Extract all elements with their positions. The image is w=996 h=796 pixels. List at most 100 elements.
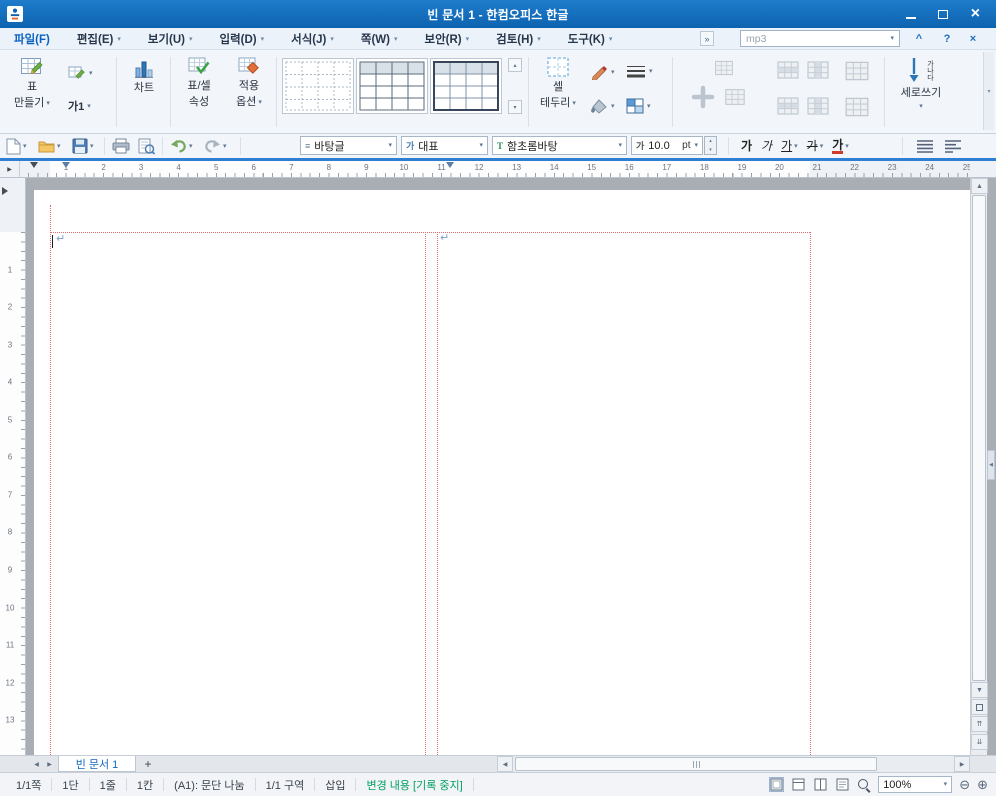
table-style-preview-2[interactable]: [356, 58, 428, 114]
chevron-down-icon[interactable]: ▾: [189, 35, 193, 43]
apply-options-button[interactable]: 적용 옵션 ▾: [226, 56, 272, 109]
document-tab[interactable]: 빈 문서 1: [58, 756, 136, 772]
chevron-down-icon[interactable]: ▾: [919, 103, 923, 110]
chevron-down-icon[interactable]: ▾: [57, 143, 61, 150]
previous-page-button[interactable]: ⇈: [971, 716, 988, 732]
scroll-down-button[interactable]: ▼: [971, 682, 988, 698]
chevron-down-icon[interactable]: ▾: [618, 142, 622, 149]
draw-table-button[interactable]: ▾: [64, 62, 97, 84]
zoom-in-button[interactable]: ⊕: [977, 778, 988, 791]
chevron-down-icon[interactable]: ▾: [89, 70, 93, 77]
print-preview-button[interactable]: [136, 136, 157, 156]
menu-page[interactable]: 쪽(W) ▾: [353, 31, 406, 47]
undo-button[interactable]: ▾: [168, 136, 195, 156]
scroll-right-button[interactable]: ▶: [954, 756, 970, 772]
menu-view[interactable]: 보기(U) ▾: [140, 31, 201, 47]
char-underline-button[interactable]: 가 ▾: [778, 136, 801, 156]
view-mode-text-button[interactable]: [835, 777, 850, 792]
chevron-down-icon[interactable]: ▾: [845, 143, 849, 150]
quick-search-combo[interactable]: mp3 ▾: [740, 30, 900, 47]
paragraph-style-combo[interactable]: ≡ 바탕글 ▾: [300, 136, 397, 155]
scroll-up-button[interactable]: ▲: [971, 178, 988, 194]
chevron-down-icon[interactable]: ▾: [820, 143, 824, 150]
ribbon-collapse-button[interactable]: ^: [910, 31, 928, 47]
fill-bucket-button[interactable]: ▾: [586, 96, 619, 116]
tab-scroll-right-button[interactable]: ▶: [43, 758, 56, 771]
border-line-style-button[interactable]: ▾: [622, 62, 657, 80]
chevron-down-icon[interactable]: ▾: [23, 143, 27, 150]
help-button[interactable]: ?: [938, 31, 956, 47]
chevron-down-icon[interactable]: ▾: [609, 35, 613, 43]
chevron-down-icon[interactable]: ▾: [87, 103, 91, 110]
vertical-scrollbar[interactable]: ▲ ▼ ⇈ ⇊: [970, 178, 988, 755]
ruler-corner-box[interactable]: ▶: [0, 161, 20, 177]
panel-collapse-handle[interactable]: ◀: [987, 450, 995, 480]
chevron-down-icon[interactable]: ▾: [794, 143, 798, 150]
new-document-button[interactable]: ▾: [4, 136, 29, 156]
zoom-out-button[interactable]: ⊖: [959, 778, 970, 791]
menu-security[interactable]: 보안(R) ▾: [416, 31, 477, 47]
chevron-down-icon[interactable]: ▾: [189, 143, 193, 150]
chevron-down-icon[interactable]: ▾: [46, 100, 50, 107]
char-bold-button[interactable]: 가: [738, 136, 755, 156]
chevron-down-icon[interactable]: ▾: [537, 35, 541, 43]
align-justify-button[interactable]: [914, 136, 936, 156]
border-pen-button[interactable]: ▾: [586, 62, 619, 82]
close-button[interactable]: ×: [964, 5, 986, 23]
chevron-down-icon[interactable]: ▾: [944, 781, 948, 788]
horizontal-scrollbar[interactable]: ◀ ▶: [497, 756, 970, 772]
add-tab-button[interactable]: +: [140, 757, 156, 771]
table-cell-properties-button[interactable]: 표/셀 속성: [176, 56, 222, 109]
char-color-button[interactable]: 가 ▾: [829, 136, 852, 156]
table-style-preview-1[interactable]: [282, 58, 354, 114]
redo-button[interactable]: ▾: [202, 136, 229, 156]
chevron-down-icon[interactable]: ▾: [90, 143, 94, 150]
chevron-down-icon[interactable]: ▾: [890, 35, 894, 42]
menubar-close-button[interactable]: ×: [964, 31, 982, 47]
char-strike-button[interactable]: 가 ▾: [804, 136, 827, 156]
vertical-ruler[interactable]: 1 2 3 4 5 6 7 8 9 10 11 12 13: [0, 178, 26, 755]
zoom-level-combo[interactable]: 100% ▾: [878, 776, 953, 793]
scroll-left-button[interactable]: ◀: [497, 756, 513, 772]
chevron-down-icon[interactable]: ▾: [572, 100, 576, 107]
font-type-combo[interactable]: 가 대표 ▾: [401, 136, 488, 155]
ribbon-expand-button[interactable]: ▾: [983, 52, 994, 130]
spinner-down-icon[interactable]: ▾: [705, 146, 716, 155]
horizontal-ruler[interactable]: 1 2 3 4 5 6 7 8 9 10 11 12 13 14 15 16 17 18 19 20 21 22 23 24 2…: [20, 161, 970, 177]
chevron-down-icon[interactable]: ▾: [258, 99, 262, 106]
maximize-button[interactable]: [932, 5, 954, 23]
indent-marker-col1-icon[interactable]: [62, 162, 70, 168]
cell-shading-button[interactable]: ▾: [622, 96, 655, 116]
chevron-down-icon[interactable]: ▾: [261, 35, 265, 43]
menu-edit[interactable]: 편집(E) ▾: [69, 31, 129, 47]
chevron-down-icon[interactable]: ▾: [694, 142, 698, 149]
open-button[interactable]: ▾: [36, 136, 63, 156]
chevron-down-icon[interactable]: ▾: [330, 35, 334, 43]
view-mode-columns-button[interactable]: [813, 777, 828, 792]
chart-button[interactable]: 차트: [122, 58, 166, 95]
chevron-down-icon[interactable]: ▾: [466, 35, 470, 43]
menu-file[interactable]: 파일(F): [6, 31, 58, 47]
indent-marker-col2-icon[interactable]: [446, 162, 454, 168]
print-button[interactable]: [110, 136, 132, 156]
char-italic-button[interactable]: 가: [758, 136, 775, 156]
menu-format[interactable]: 서식(J) ▾: [283, 31, 342, 47]
font-size-combo[interactable]: 가 10.0 pt ▾: [631, 136, 703, 155]
chevron-down-icon[interactable]: ▾: [649, 68, 653, 75]
chevron-down-icon[interactable]: ▾: [647, 103, 651, 110]
menu-overflow-button[interactable]: »: [700, 31, 714, 46]
horizontal-scroll-thumb[interactable]: [515, 757, 877, 771]
gallery-scroll-down-button[interactable]: ▾: [508, 100, 522, 114]
next-page-button[interactable]: ⇊: [971, 734, 988, 750]
align-left-button[interactable]: [942, 136, 964, 156]
minimize-button[interactable]: [900, 5, 922, 23]
menu-input[interactable]: 입력(D) ▾: [212, 31, 273, 47]
vertical-writing-button[interactable]: 가나다 세로쓰기 ▾: [892, 56, 950, 110]
page-shape-button[interactable]: [971, 699, 988, 715]
chevron-down-icon[interactable]: ▾: [223, 143, 227, 150]
chevron-down-icon[interactable]: ▾: [611, 69, 615, 76]
chevron-down-icon[interactable]: ▾: [117, 35, 121, 43]
make-table-button[interactable]: 표 만들기 ▾: [6, 56, 58, 110]
tab-scroll-left-button[interactable]: ◀: [30, 758, 43, 771]
cell-border-button[interactable]: 셀 테두리 ▾: [534, 56, 582, 110]
